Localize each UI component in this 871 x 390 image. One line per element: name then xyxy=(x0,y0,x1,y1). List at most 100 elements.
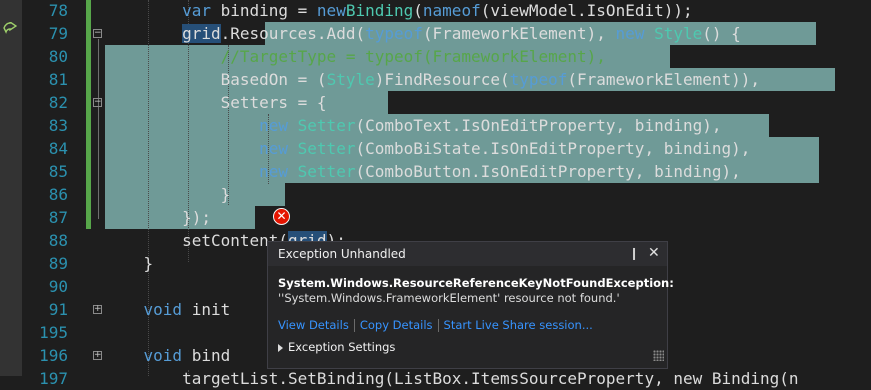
fold-line xyxy=(98,39,99,219)
code-token: var xyxy=(182,1,221,20)
code-token: )FindResource( xyxy=(374,70,510,89)
code-token: Setter xyxy=(297,162,356,181)
line-number: 196 xyxy=(39,346,68,365)
error-icon: ✕ xyxy=(273,208,290,225)
code-token: new xyxy=(259,162,298,181)
line-number: 84 xyxy=(48,139,68,158)
code-line[interactable]: new Setter(ComboButton.IsOnEditProperty,… xyxy=(105,160,741,183)
code-token: (ComboButton.IsOnEditProperty, binding), xyxy=(355,162,741,181)
expand-toggle[interactable]: + xyxy=(93,351,102,360)
code-token: Setters = { xyxy=(220,93,327,112)
change-indicator xyxy=(86,0,91,229)
line-number: 79 xyxy=(48,24,68,43)
code-token: //TargetType = typeof(FrameworkElement), xyxy=(220,47,606,66)
code-token: BasedOn = ( xyxy=(220,70,327,89)
resize-grip-icon[interactable] xyxy=(653,350,664,361)
line-number: 78 xyxy=(48,1,68,20)
code-token: Setter xyxy=(297,139,356,158)
code-token: Style xyxy=(326,70,375,89)
line-number: 83 xyxy=(48,116,68,135)
collapse-toggle[interactable]: − xyxy=(93,29,102,38)
code-line[interactable]: BasedOn = (Style)FindResource(typeof(Fra… xyxy=(105,68,760,91)
pin-icon[interactable]: ❙ xyxy=(629,246,639,260)
code-line[interactable]: } xyxy=(105,183,231,206)
code-token: (ComboBiState.IsOnEditProperty, binding)… xyxy=(355,139,751,158)
popup-links: View Details Copy Details Start Live Share… xyxy=(278,318,593,332)
code-token: void xyxy=(143,346,192,365)
popup-header: Exception Unhandled ❙ ✕ xyxy=(268,242,667,266)
line-number: 87 xyxy=(48,208,68,227)
code-token: new xyxy=(259,116,298,135)
code-line[interactable]: new Setter(ComboText.IsOnEditProperty, b… xyxy=(105,114,722,137)
code-line[interactable]: void bind xyxy=(105,344,231,367)
code-line[interactable]: targetList.SetBinding(ListBox.ItemsSourc… xyxy=(105,367,799,390)
code-line[interactable]: void init xyxy=(105,298,231,321)
line-number: 85 xyxy=(48,162,68,181)
code-token: .Resources.Add( xyxy=(220,24,366,43)
code-token: ( xyxy=(413,1,423,20)
collapse-toggle[interactable]: − xyxy=(93,98,102,107)
current-statement-arrow-icon xyxy=(3,22,17,34)
expand-toggle[interactable]: + xyxy=(93,305,102,314)
exception-settings-toggle[interactable]: Exception Settings xyxy=(278,340,395,354)
view-details-link[interactable]: View Details xyxy=(278,318,349,332)
link-separator xyxy=(353,319,355,332)
line-number: 82 xyxy=(48,93,68,112)
line-number: 91 xyxy=(48,300,68,319)
popup-title: Exception Unhandled xyxy=(278,247,406,261)
code-line[interactable]: new Setter(ComboBiState.IsOnEditProperty… xyxy=(105,137,750,160)
exception-message: ''System.Windows.FrameworkElement' resou… xyxy=(278,291,620,305)
code-token: Binding xyxy=(345,1,414,20)
code-token: Style xyxy=(654,24,703,43)
code-line[interactable]: grid.Resources.Add(typeof(FrameworkEleme… xyxy=(105,22,741,45)
code-token: void xyxy=(143,300,192,319)
copy-details-link[interactable]: Copy Details xyxy=(360,318,433,332)
code-token: bind xyxy=(191,346,231,365)
code-line[interactable]: }); xyxy=(105,206,211,229)
line-number: 197 xyxy=(39,369,68,388)
code-token: }); xyxy=(182,208,211,227)
exception-settings-label: Exception Settings xyxy=(288,340,396,354)
code-token: init xyxy=(191,300,231,319)
code-line[interactable]: } xyxy=(105,252,154,275)
code-token: } xyxy=(220,185,231,204)
glyph-margin[interactable] xyxy=(0,0,22,376)
code-token: Setter xyxy=(297,116,356,135)
line-number: 88 xyxy=(48,231,68,250)
code-line[interactable]: var binding = newBinding(nameof(viewMode… xyxy=(105,0,693,22)
line-number: 195 xyxy=(39,323,68,342)
code-token: typeof xyxy=(509,70,568,89)
line-number: 86 xyxy=(48,185,68,204)
live-share-link[interactable]: Start Live Share session... xyxy=(444,318,593,332)
code-token: (ComboText.IsOnEditProperty, binding), xyxy=(355,116,722,135)
code-token: new xyxy=(259,139,298,158)
code-token: new xyxy=(316,1,346,20)
expand-caret-icon xyxy=(278,343,283,352)
line-number: 80 xyxy=(48,47,68,66)
code-token: targetList.SetBinding(ListBox.ItemsSourc… xyxy=(182,369,799,388)
code-token: grid xyxy=(182,24,221,43)
code-line[interactable]: Setters = { xyxy=(105,91,327,114)
code-token: () { xyxy=(702,24,741,43)
code-token: new xyxy=(615,24,655,43)
close-icon[interactable]: ✕ xyxy=(648,245,660,261)
code-line[interactable]: //TargetType = typeof(FrameworkElement), xyxy=(105,45,606,68)
code-token: typeof xyxy=(365,24,423,43)
line-number: 89 xyxy=(48,254,68,273)
code-token: (FrameworkElement), xyxy=(422,24,616,43)
code-token: nameof xyxy=(422,1,481,20)
